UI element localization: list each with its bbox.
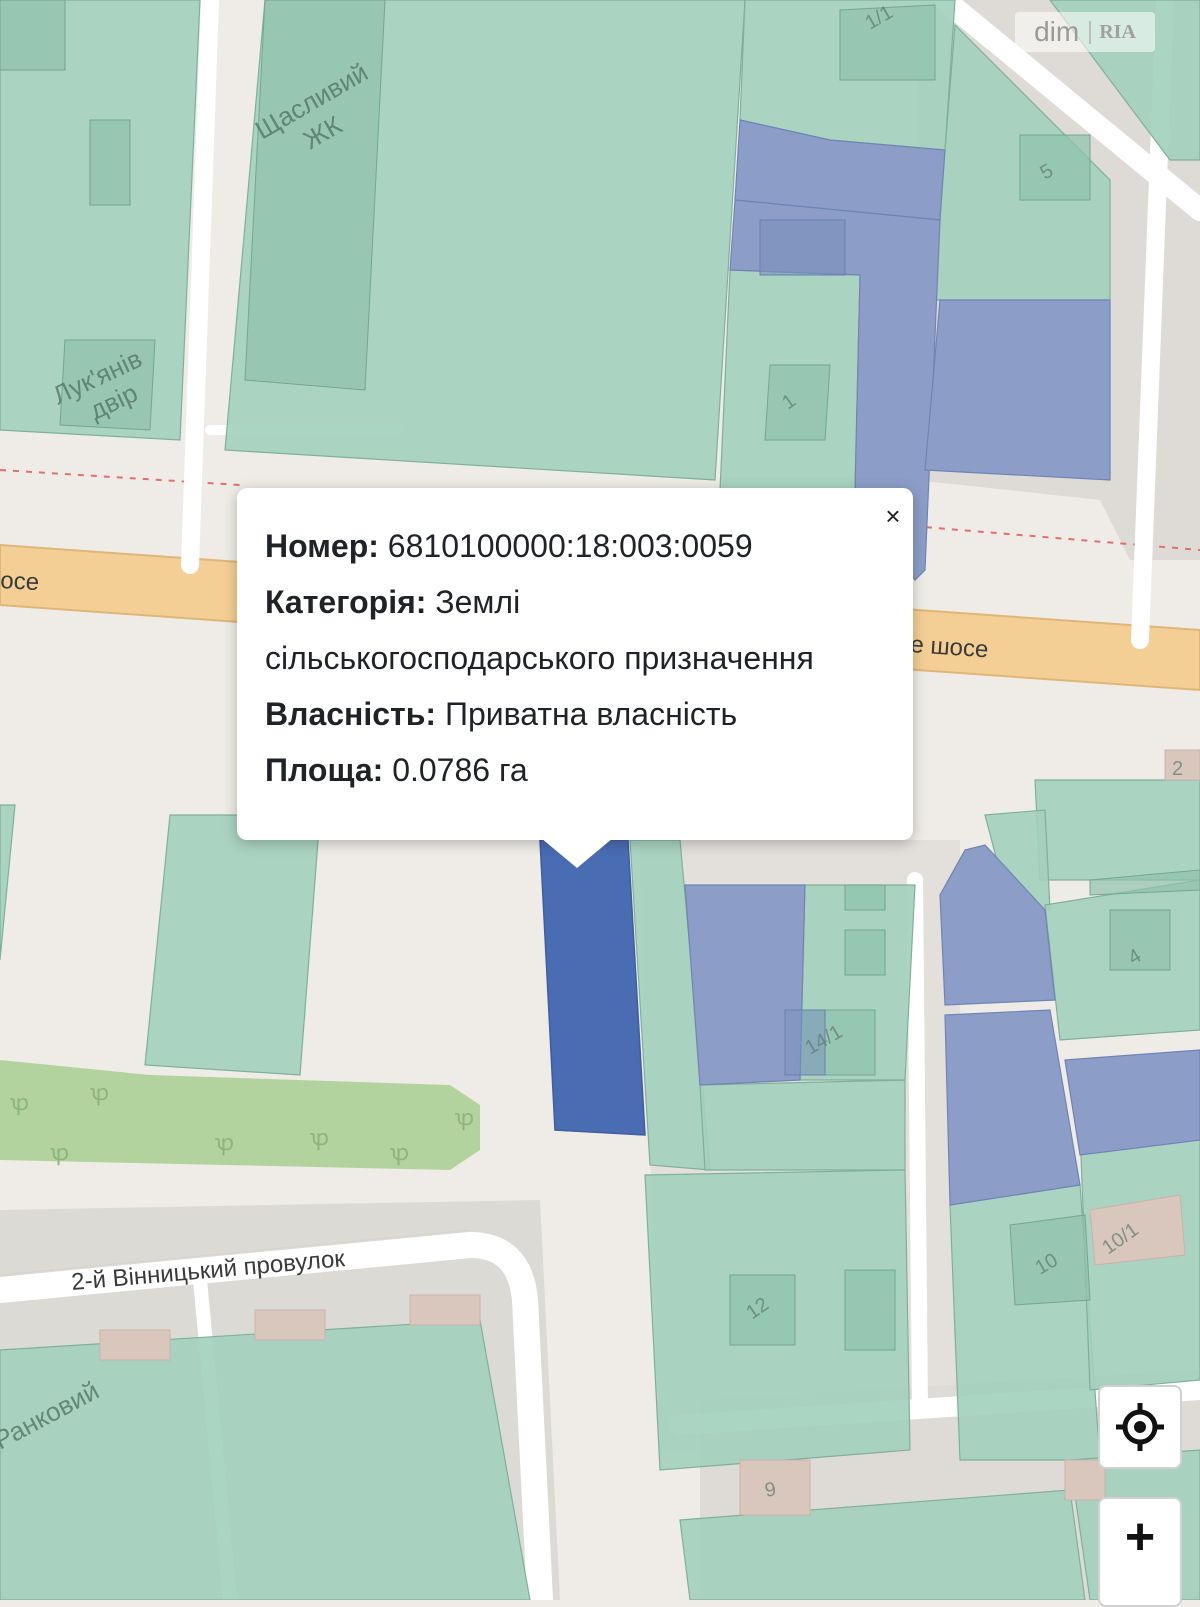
watermark-ria: RIA [1089, 20, 1136, 44]
parcel-area-row: Площа: 0.0786 га [265, 742, 885, 798]
parcel-category-row: Категорія: Землі сільськогосподарського … [265, 574, 885, 686]
svg-text:ꝕ: ꝕ [90, 1080, 109, 1106]
parcel-info-popup: × Номер: 6810100000:18:003:0059 Категорі… [237, 488, 913, 868]
watermark-logo: dim RIA [1015, 12, 1155, 52]
locate-button[interactable] [1098, 1385, 1182, 1469]
selected-parcel [539, 839, 646, 1136]
svg-text:ꝕ: ꝕ [215, 1130, 234, 1156]
close-icon[interactable]: × [879, 502, 907, 530]
parcel-category-value: Землі [435, 584, 521, 620]
parcel-ownership-row: Власність: Приватна власність [265, 686, 885, 742]
svg-text:2: 2 [1172, 758, 1183, 780]
popup-pointer [541, 838, 613, 868]
road-label-highway-right: е шосе [910, 631, 990, 663]
zoom-in-button[interactable]: + [1125, 1511, 1155, 1563]
svg-text:ꝕ: ꝕ [390, 1140, 409, 1166]
svg-text:ꝕ: ꝕ [50, 1140, 69, 1166]
svg-text:ꝕ: ꝕ [310, 1125, 329, 1151]
watermark-dim: dim [1034, 16, 1080, 47]
parcel-area-value: 0.0786 га [392, 752, 528, 788]
parcel-area-label: Площа: [265, 752, 384, 788]
crosshair-icon [1116, 1403, 1164, 1451]
parcel-ownership-label: Власність: [265, 696, 437, 732]
svg-text:ꝕ: ꝕ [455, 1105, 474, 1131]
parcel-number-row: Номер: 6810100000:18:003:0059 [265, 518, 885, 574]
parcel-category-value-cont: сільськогосподарського призначення [265, 640, 814, 676]
parcel-ownership-value: Приватна власність [444, 696, 738, 732]
parcel-number-value: 6810100000:18:003:0059 [387, 528, 753, 564]
road-label-highway-left: осе [0, 567, 40, 596]
svg-text:ꝕ: ꝕ [10, 1090, 29, 1116]
zoom-control: + [1098, 1497, 1182, 1607]
parcel-number-label: Номер: [265, 528, 379, 564]
parcel-category-label: Категорія: [265, 584, 427, 620]
